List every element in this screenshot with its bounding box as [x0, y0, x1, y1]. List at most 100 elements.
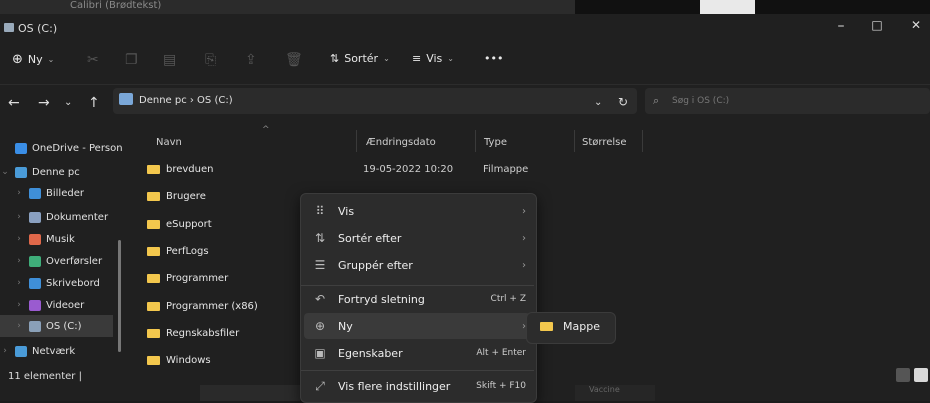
- window-title: OS (C:): [18, 22, 58, 35]
- sidebar-item[interactable]: › Skrivebord: [14, 272, 100, 294]
- menu-item[interactable]: ▣ Egenskaber Alt + Enter: [312, 340, 526, 366]
- sidebar-item[interactable]: › Videoer: [14, 294, 84, 316]
- menu-item[interactable]: ⊕ Ny ›: [312, 313, 526, 339]
- new-button[interactable]: ⊕ Ny ⌄: [12, 52, 54, 67]
- details-view-icon[interactable]: [896, 368, 910, 382]
- address-path[interactable]: Denne pc › OS (C:): [139, 95, 233, 106]
- table-row[interactable]: brevduen: [147, 164, 214, 175]
- sidebar-scrollbar[interactable]: [118, 240, 121, 352]
- toolbar: [0, 44, 930, 85]
- chevron-icon[interactable]: ›: [14, 212, 24, 222]
- folder-icon: [147, 356, 160, 366]
- menu-item-label: Vis: [338, 204, 355, 218]
- menu-item[interactable]: ↶ Fortryd sletning Ctrl + Z: [312, 286, 526, 312]
- chevron-down-icon: ⌄: [47, 55, 55, 64]
- menu-item[interactable]: ☰ Gruppér efter ›: [312, 252, 526, 278]
- chevron-right-icon: ›: [522, 232, 526, 244]
- column-divider[interactable]: [475, 130, 476, 152]
- file-date: 19-05-2022 10:20: [363, 164, 454, 175]
- close-button[interactable]: ✕: [905, 18, 927, 32]
- chevron-icon[interactable]: ›: [14, 188, 24, 198]
- sidebar-item-label: OS (C:): [46, 320, 82, 332]
- copy-icon[interactable]: ❐: [125, 52, 138, 68]
- chevron-down-icon: ⌄: [383, 54, 390, 63]
- sidebar-item[interactable]: ⌄ Denne pc: [0, 161, 80, 183]
- column-divider[interactable]: [574, 130, 575, 152]
- sidebar-item-label: Denne pc: [32, 166, 80, 178]
- folder-icon: [540, 322, 553, 331]
- cut-icon[interactable]: ✂: [87, 52, 99, 68]
- submenu-item-label: Mappe: [563, 320, 600, 333]
- tiles-view-icon[interactable]: [914, 368, 928, 382]
- chevron-icon[interactable]: ›: [14, 234, 24, 244]
- desktop-icon: [29, 277, 41, 289]
- minimize-button[interactable]: –: [830, 18, 852, 34]
- delete-icon[interactable]: 🗑: [285, 52, 303, 68]
- menu-shortcut: Skift + F10: [476, 381, 526, 391]
- column-header-type[interactable]: Type: [484, 137, 507, 148]
- chevron-icon[interactable]: ⌄: [0, 167, 10, 177]
- file-name: Programmer (x86): [166, 300, 258, 312]
- file-name: Brugere: [166, 191, 206, 203]
- search-input[interactable]: Søg i OS (C:): [672, 96, 729, 106]
- up-arrow-icon[interactable]: ↑: [88, 95, 100, 111]
- sidebar-item-label: Musik: [46, 233, 75, 245]
- sort-button[interactable]: ⇅ Sortér ⌄: [330, 52, 390, 65]
- share-icon[interactable]: ⇪: [245, 52, 257, 68]
- sidebar-item[interactable]: › Dokumenter: [14, 206, 108, 228]
- sidebar-item[interactable]: › Billeder: [14, 182, 84, 204]
- menu-item[interactable]: ⤢ Vis flere indstillinger Skift + F10: [312, 373, 526, 399]
- taskbar-hint: Vaccine: [575, 385, 655, 401]
- table-row[interactable]: Windows: [147, 355, 211, 366]
- back-arrow-icon[interactable]: ←: [8, 95, 20, 111]
- column-divider[interactable]: [642, 130, 643, 152]
- address-chevron-icon[interactable]: ⌄: [594, 97, 602, 108]
- table-row[interactable]: eSupport: [147, 219, 212, 230]
- sidebar-item[interactable]: › OS (C:): [14, 315, 82, 337]
- table-row[interactable]: Regnskabsfiler: [147, 328, 239, 339]
- sort-icon: ⇅: [330, 52, 340, 65]
- paste-icon[interactable]: ▤: [163, 52, 176, 68]
- ribbon-font-label: Calibri (Brødtekst): [70, 0, 162, 11]
- column-header-date[interactable]: Ændringsdato: [366, 137, 436, 148]
- forward-arrow-icon[interactable]: →: [38, 95, 50, 111]
- rename-icon[interactable]: ⎘: [205, 52, 216, 68]
- folder-icon: [147, 274, 160, 284]
- refresh-icon[interactable]: ↻: [618, 95, 628, 109]
- table-row[interactable]: Programmer: [147, 273, 228, 284]
- view-button[interactable]: ≡ Vis ⌄: [412, 52, 454, 65]
- column-divider[interactable]: [356, 130, 357, 152]
- file-name: Regnskabsfiler: [166, 327, 240, 339]
- sidebar-item[interactable]: › Overførsler: [14, 250, 102, 272]
- chevron-right-icon: ›: [522, 259, 526, 271]
- table-row[interactable]: PerfLogs: [147, 246, 209, 257]
- sidebar-item[interactable]: › Netværk: [0, 340, 75, 362]
- submenu-item-folder[interactable]: Mappe: [540, 320, 600, 333]
- chevron-icon[interactable]: ›: [14, 256, 24, 266]
- column-header-name[interactable]: Navn: [156, 137, 182, 148]
- new-icon: ⊕: [314, 319, 326, 333]
- maximize-button[interactable]: □: [866, 18, 888, 32]
- chevron-icon[interactable]: ›: [14, 278, 24, 288]
- chevron-icon[interactable]: ›: [14, 321, 24, 331]
- menu-item[interactable]: ⠿ Vis ›: [312, 198, 526, 224]
- title-bar: [0, 14, 930, 44]
- sidebar-item[interactable]: › Musik: [14, 228, 75, 250]
- table-row[interactable]: Brugere: [147, 191, 206, 202]
- column-header-size[interactable]: Størrelse: [582, 137, 627, 148]
- menu-item-label: Ny: [338, 319, 353, 333]
- chevron-icon[interactable]: ›: [0, 346, 10, 356]
- folder-icon: [147, 301, 160, 311]
- recent-chevron-icon[interactable]: ⌄: [64, 97, 72, 108]
- sidebar-item[interactable]: OneDrive - Person: [0, 137, 123, 159]
- table-row[interactable]: Programmer (x86): [147, 301, 258, 312]
- group-icon: ☰: [314, 258, 326, 272]
- file-name: Programmer: [166, 273, 229, 285]
- view-lines-icon: ≡: [412, 52, 422, 65]
- more-button[interactable]: •••: [484, 52, 503, 65]
- file-type: Filmappe: [483, 164, 529, 175]
- sidebar-item-label: Videoer: [46, 299, 85, 311]
- menu-item[interactable]: ⇅ Sortér efter ›: [312, 225, 526, 251]
- pictures-icon: [29, 187, 41, 199]
- chevron-icon[interactable]: ›: [14, 300, 24, 310]
